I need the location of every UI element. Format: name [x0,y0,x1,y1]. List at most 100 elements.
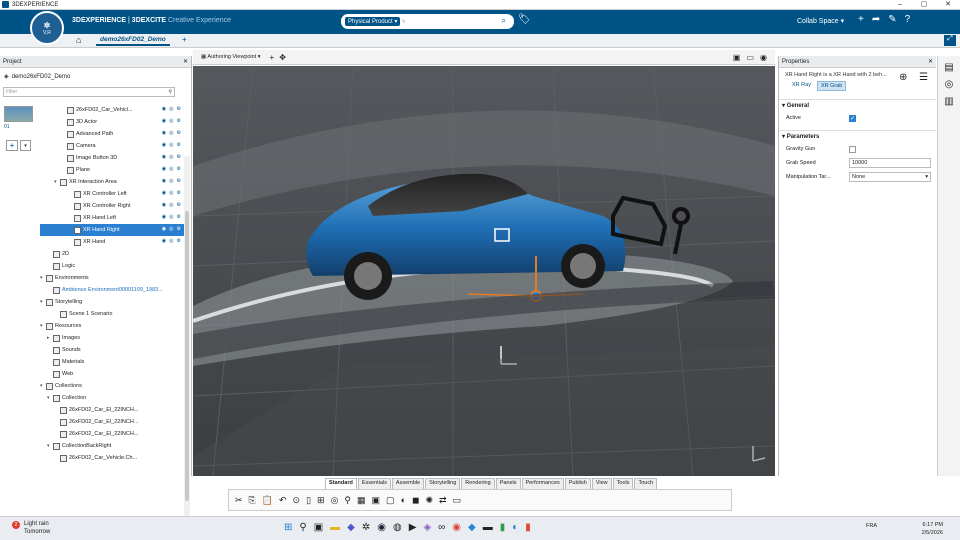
new-tab-icon[interactable]: + [182,35,187,44]
tree-item[interactable]: ▾ CollectionBackRight [40,440,184,452]
tree-item[interactable]: 26xFD02_Car_El_22INCH... [40,404,184,416]
app-teams-icon[interactable]: ◆ [347,522,355,533]
eye-icon[interactable]: ◎ [169,130,173,136]
language-indicator[interactable]: FRA [866,523,877,529]
visibility-icon[interactable]: ◉ [162,190,166,196]
layout-tool-icon[interactable]: ▦ [357,495,366,506]
target-icon[interactable]: ◎ [331,495,339,506]
scene-thumbnail[interactable] [4,106,33,122]
section-tab[interactable]: Standard [325,478,357,489]
eye-icon[interactable]: ◎ [169,166,173,172]
app-console-icon[interactable]: ▬ [483,522,493,533]
visibility-icon[interactable]: ◉ [162,202,166,208]
taskbar-search-icon[interactable]: ⚲ [299,522,306,533]
properties-tool-icon[interactable]: ▤ [938,62,960,73]
move-icon[interactable]: ✥ [279,53,286,62]
search-tool-icon[interactable]: ⚲ [344,495,351,506]
scrollbar-thumb[interactable] [185,211,189,501]
tree-item[interactable]: ▾ Resources [40,320,184,332]
visibility-icon[interactable]: ◉ [162,142,166,148]
add-viewpoint-icon[interactable]: + [270,53,275,62]
visibility-icon[interactable]: ◉ [162,154,166,160]
search-scope-dropdown[interactable]: Physical Product ▾ [345,17,401,26]
tree-item[interactable]: ▾ Environments [40,272,184,284]
tree-item[interactable]: 26xFD02_Car_El_22INCH... [40,416,184,428]
lock-icon[interactable]: ⚙ [177,178,181,184]
layout-icon[interactable]: ▣ [733,53,741,62]
add-icon[interactable]: + [858,14,864,25]
tree-icon[interactable]: ⊞ [317,495,325,506]
app-chrome-icon[interactable]: ◉ [452,522,461,533]
3d-viewport[interactable] [193,66,775,476]
search-bar[interactable]: Physical Product ▾ h ⌕ [341,14,514,29]
light-tool-icon[interactable]: ✺ [425,495,433,506]
book-icon[interactable]: ▯ [306,495,311,506]
eye-icon[interactable]: ◎ [169,142,173,148]
cut-icon[interactable]: ✂ [235,495,243,506]
copy-icon[interactable]: ⎘ [249,495,256,506]
compass-widget[interactable]: ✲ V,R [30,11,64,45]
active-checkbox[interactable]: ✓ [849,114,856,122]
section-tab[interactable]: Assemble [391,478,425,489]
tree-item[interactable]: XR Controller Right ◉ ◎ ⚙ [40,200,184,212]
project-root[interactable]: ◈ demo26xFD02_Demo [0,68,191,85]
document-tool-icon[interactable]: ▥ [938,96,960,107]
maximize-button[interactable]: ▢ [912,0,936,10]
tree-scrollbar[interactable] [184,156,190,526]
tree-item[interactable]: 26xFD02_Car_El_22INCH... [40,428,184,440]
eye-icon[interactable]: ◎ [169,154,173,160]
section-tab[interactable]: Performances [521,478,564,489]
app-vs-icon[interactable]: ◈ [423,522,431,533]
tag-icon[interactable]: 🏷 [518,14,531,25]
lock-icon[interactable]: ⚙ [177,166,181,172]
tree-item[interactable]: Logic [40,260,184,272]
section-tab[interactable]: Publish [564,478,591,489]
section-tab[interactable]: Touch [634,478,658,489]
section-tab[interactable]: Storytelling [425,478,461,489]
tree-item[interactable]: Advanced Path ◉ ◎ ⚙ [40,128,184,140]
lock-icon[interactable]: ⚙ [177,190,181,196]
visibility-icon[interactable]: ◉ [162,214,166,220]
visibility-icon[interactable]: ◉ [162,130,166,136]
section-tab[interactable]: Panels [495,478,521,489]
clock[interactable]: 6:17 PM 2/5/2026 [913,521,943,537]
tree-item[interactable]: ▾ Collections [40,380,184,392]
section-tab[interactable]: Essentials [357,478,391,489]
search-icon[interactable]: ⌕ [502,16,506,26]
eye-icon[interactable]: ◎ [169,178,173,184]
tree-item[interactable]: 3D Actor ◉ ◎ ⚙ [40,116,184,128]
section-tab[interactable]: Tools [612,478,634,489]
display-icon[interactable]: ▭ [746,53,754,62]
screen-tool-icon[interactable]: ▭ [453,495,462,506]
tree-item[interactable]: ▾ XR Interaction Area ◉ ◎ ⚙ [40,176,184,188]
filter-input[interactable]: Filter ⚲ [3,87,175,97]
eye-icon[interactable]: ◎ [169,202,173,208]
app-edge-icon[interactable]: ◐ [512,522,518,533]
close-panel-icon[interactable]: ✕ [183,58,188,65]
undo-icon[interactable]: ↶ [279,495,287,506]
tree-item[interactable]: Materials [40,356,184,368]
visibility-icon[interactable]: ◉ [162,238,166,244]
lock-icon[interactable]: ⚙ [177,118,181,124]
eye-icon[interactable]: ◎ [169,238,173,244]
app-vscode-icon[interactable]: ◆ [468,522,476,533]
share-icon[interactable]: ➦ [872,14,880,25]
visibility-icon[interactable]: ◉ [162,178,166,184]
app-3dx-icon[interactable]: ✲ [362,522,370,533]
paste-icon[interactable]: 📋 [262,495,273,506]
section-tab[interactable]: Rendering [461,478,495,489]
minimize-button[interactable]: – [888,0,912,10]
camera-icon[interactable]: ◉ [760,53,767,62]
manipulation-select[interactable]: None ▾ [849,172,931,182]
tree-item[interactable]: XR Hand ◉ ◎ ⚙ [40,236,184,248]
close-properties-icon[interactable]: ✕ [928,58,933,65]
app-terminal-icon[interactable]: ▶ [409,522,417,533]
behavior-tab-xr-grab[interactable]: XR Grab [816,81,847,91]
tree-item[interactable]: ▸ Images [40,332,184,344]
material-tool-icon[interactable]: ◎ [938,79,960,90]
viewpoint-dropdown[interactable]: ▦ Authoring Viewpoint ▾ [197,52,265,62]
visibility-icon[interactable]: ◉ [162,106,166,112]
lock-icon[interactable]: ⚙ [177,106,181,112]
add-dropdown-button[interactable]: ▾ [20,140,31,151]
lock-icon[interactable]: ⚙ [177,154,181,160]
